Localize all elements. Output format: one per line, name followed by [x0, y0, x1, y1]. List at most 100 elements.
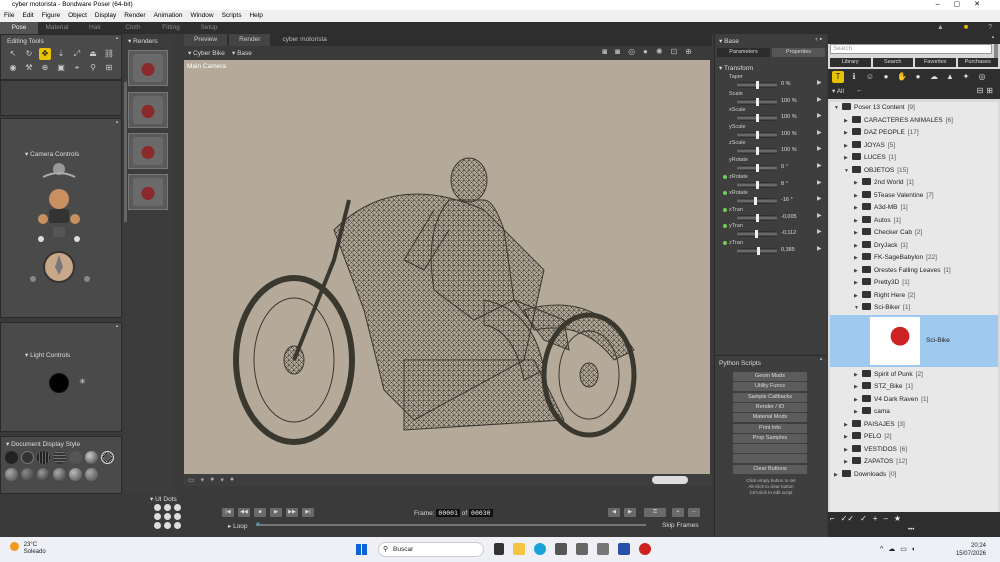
library-folder[interactable]: ▶ VESTIDOS [6]	[844, 444, 907, 456]
expand-arrow-icon[interactable]: ▶	[834, 469, 842, 481]
library-folder[interactable]: ▶ A3d-MB [1]	[854, 202, 908, 214]
parameter-value[interactable]: -0,005	[781, 214, 797, 220]
step-back-button[interactable]: ◀◀	[238, 508, 250, 517]
collapse-arrow-icon[interactable]: ▼	[834, 102, 842, 114]
expand-arrow-icon[interactable]: ▶	[854, 394, 862, 406]
render-thumbnail[interactable]	[128, 92, 168, 128]
library-folder[interactable]: ▶ DAZ PEOPLE [17]	[844, 127, 919, 139]
silhouette-style-icon[interactable]	[5, 451, 18, 464]
expand-arrow-icon[interactable]: ▶	[844, 115, 852, 127]
expand-arrow-icon[interactable]: ▶	[844, 444, 852, 456]
go-to-end-button[interactable]: ▶|	[302, 508, 314, 517]
sketch-style-icon[interactable]	[53, 468, 66, 481]
parameter-dial[interactable]	[737, 130, 777, 139]
smooth-shaded-style-icon[interactable]	[101, 451, 114, 464]
add-icon[interactable]: +	[873, 514, 878, 523]
stop-button[interactable]: ■	[254, 508, 266, 517]
current-frame-field[interactable]: 00001	[436, 509, 460, 517]
parameter-menu-arrow-icon[interactable]: ▶	[817, 179, 822, 186]
parameter-value[interactable]: 100 %	[781, 131, 797, 137]
view-magnifier-icon[interactable]: ⊕	[39, 62, 51, 74]
tab-pose[interactable]: Pose	[0, 22, 38, 34]
cartoon-line-style-icon[interactable]	[37, 468, 50, 481]
parameter-value[interactable]: 0 °	[781, 164, 788, 170]
library-folder[interactable]: ▶ LUCES [1]	[844, 152, 896, 164]
figure-select[interactable]: ▾ Cyber Bike	[188, 49, 225, 57]
back-arrow-icon[interactable]: ←	[856, 87, 863, 94]
parameter-menu-arrow-icon[interactable]: ▶	[817, 245, 822, 252]
python-script-button[interactable]: Clear Buttons	[733, 464, 807, 474]
panel-menu-icon[interactable]: ▪	[116, 36, 118, 42]
expand-arrow-icon[interactable]: ▶	[854, 381, 862, 393]
menu-scripts[interactable]: Scripts	[222, 10, 242, 22]
scale-tool-icon[interactable]: ⤢	[71, 48, 83, 60]
menu-object[interactable]: Object	[68, 10, 87, 22]
timeline-thumb[interactable]: ▼	[255, 522, 261, 528]
next-key-button[interactable]: ▶	[624, 508, 636, 517]
expand-arrow-icon[interactable]: ▶	[854, 277, 862, 289]
python-script-button[interactable]: Render / IO	[733, 402, 807, 412]
expand-arrow-icon[interactable]: ▶	[844, 419, 852, 431]
library-folder[interactable]: ▶ Right Here [2]	[854, 290, 915, 302]
parameter-value[interactable]: -16 °	[781, 197, 793, 203]
parameter-value[interactable]: -0,112	[781, 230, 796, 236]
menu-animation[interactable]: Animation	[154, 10, 183, 22]
parameter-dial[interactable]	[737, 247, 777, 255]
app-icon[interactable]	[555, 543, 567, 555]
menu-window[interactable]: Window	[190, 10, 213, 22]
tab-purchases[interactable]: Purchases	[957, 58, 998, 67]
selected-library-item[interactable]: Sci-Bike	[830, 314, 998, 367]
expand-arrow-icon[interactable]: ▶	[844, 152, 852, 164]
expand-arrow-icon[interactable]: ▶	[854, 369, 862, 381]
expand-arrow-icon[interactable]: ▶	[844, 127, 852, 139]
camera-control-widget[interactable]	[19, 159, 99, 289]
total-frames-field[interactable]: 00030	[469, 509, 493, 517]
render-thumbnail[interactable]	[128, 174, 168, 210]
parameter-menu-arrow-icon[interactable]: ▶	[817, 212, 822, 219]
library-folder[interactable]: ▶ Downloads [0]	[834, 469, 896, 481]
expand-arrow-icon[interactable]: ▶	[854, 177, 862, 189]
app-icon[interactable]	[576, 543, 588, 555]
settings-icon[interactable]	[618, 543, 630, 555]
bell-icon[interactable]: ▲	[937, 22, 944, 34]
remove-icon[interactable]: –	[883, 514, 887, 523]
zoom-icon[interactable]: ⊕	[685, 47, 692, 56]
menu-figure[interactable]: Figure	[42, 10, 60, 22]
parameter-dial[interactable]	[737, 114, 777, 123]
more-dots-icon[interactable]: •••	[908, 527, 914, 533]
camera-icon[interactable]: ◙	[602, 47, 607, 56]
expand-arrow-icon[interactable]: ▶	[844, 431, 852, 443]
library-folder[interactable]: ▶ 2nd World [1]	[854, 177, 914, 189]
scenes-category-icon[interactable]: ◎	[976, 71, 988, 83]
library-filter-select[interactable]: ▾ All	[832, 87, 844, 95]
clock[interactable]: 20:24 15/07/2026	[956, 542, 986, 558]
parameter-menu-arrow-icon[interactable]: ▶	[817, 112, 822, 119]
menu-display[interactable]: Display	[95, 10, 116, 22]
chain-break-icon[interactable]: ⛓	[103, 48, 115, 60]
parameter-row[interactable]: yScale 100 % ▶	[723, 124, 823, 141]
dial-knob[interactable]	[756, 180, 760, 189]
grouping-tool-icon[interactable]: ⚒	[23, 62, 35, 74]
parameter-menu-arrow-icon[interactable]: ▶	[817, 145, 822, 152]
tab-library[interactable]: Library	[830, 58, 871, 67]
parameter-value[interactable]: 100 %	[781, 147, 797, 153]
collapse-arrow-icon[interactable]: ▼	[854, 302, 862, 314]
add-key-button[interactable]: +	[672, 508, 684, 517]
library-folder[interactable]: ▶ Pretty3D [1]	[854, 277, 910, 289]
transform-group[interactable]: ▾ Transform	[719, 64, 753, 72]
menu-render[interactable]: Render	[124, 10, 145, 22]
parameter-menu-arrow-icon[interactable]: ▶	[817, 129, 822, 136]
expand-arrow-icon[interactable]: ▶	[854, 240, 862, 252]
check-icon[interactable]: ✓	[860, 514, 867, 523]
expand-arrow-icon[interactable]: ▶	[854, 265, 862, 277]
tab-properties[interactable]: Properties	[772, 48, 825, 57]
favorite-star-icon[interactable]: ★	[894, 514, 901, 523]
library-folder[interactable]: ▶ CARACTERES ANIMALES [6]	[844, 115, 953, 127]
expand-arrow-icon[interactable]: ▶	[854, 252, 862, 264]
outline-style-icon[interactable]	[21, 451, 34, 464]
ui-dots-grid[interactable]	[154, 504, 182, 529]
python-script-button[interactable]: Print Info	[733, 423, 807, 433]
edge-icon[interactable]	[534, 543, 546, 555]
library-folder[interactable]: ▼ OBJETOS [15]	[844, 165, 908, 177]
hidden-line-style-icon[interactable]	[53, 451, 66, 464]
